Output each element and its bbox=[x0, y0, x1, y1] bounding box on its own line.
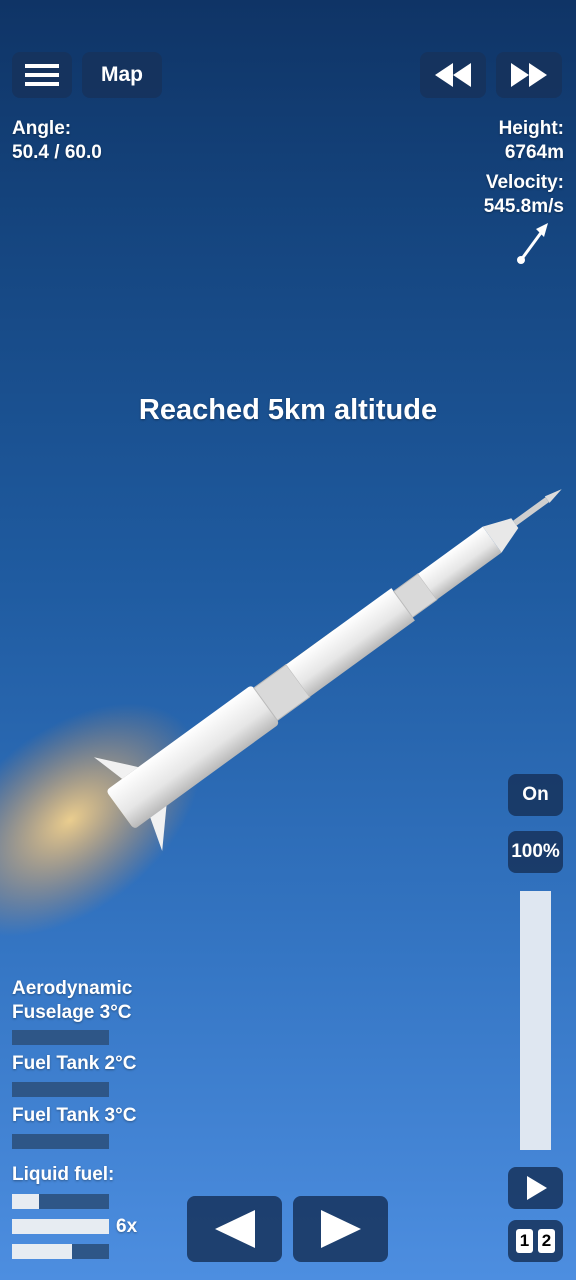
rocket-second-stage bbox=[286, 588, 415, 697]
fast-forward-icon bbox=[511, 63, 547, 87]
rocket-scene bbox=[0, 489, 562, 937]
liquid-fuel-label: Liquid fuel: bbox=[12, 1164, 115, 1185]
stage-2-button[interactable]: 2 bbox=[538, 1229, 555, 1253]
rotate-right-button[interactable] bbox=[293, 1196, 388, 1262]
rocket-third-stage bbox=[418, 526, 502, 600]
stage-selector[interactable]: 1 2 bbox=[508, 1220, 563, 1262]
engine-toggle-label: On bbox=[522, 784, 549, 805]
velocity-direction-arrow-icon bbox=[517, 223, 548, 264]
height-value: 6764m bbox=[504, 142, 564, 163]
liquid-fuel-bar-2-fill bbox=[12, 1219, 109, 1234]
throttle-slider-fill bbox=[520, 891, 551, 1150]
rewind-button[interactable] bbox=[420, 52, 486, 98]
throttle-slider[interactable] bbox=[520, 891, 551, 1150]
rotate-right-arrow-icon bbox=[320, 1210, 361, 1248]
rocket bbox=[93, 489, 562, 852]
hamburger-menu-icon bbox=[25, 64, 59, 86]
liquid-fuel-bar-2 bbox=[12, 1219, 109, 1234]
height-label: Height: bbox=[498, 118, 564, 139]
liquid-fuel-bar-3 bbox=[12, 1244, 109, 1259]
fuel-multiplier: 6x bbox=[116, 1216, 138, 1237]
temperature-aerodynamic-fuselage-bar bbox=[12, 1030, 109, 1045]
rewind-icon bbox=[435, 63, 471, 87]
escape-tower bbox=[513, 497, 549, 526]
angle-label: Angle: bbox=[12, 118, 72, 139]
map-button[interactable]: Map bbox=[82, 52, 162, 98]
altitude-notification: Reached 5km altitude bbox=[138, 394, 438, 426]
temperature-fuel-tank-2-label: Fuel Tank 2°C bbox=[12, 1053, 137, 1074]
map-button-label: Map bbox=[101, 63, 143, 86]
liquid-fuel-bar-3-fill bbox=[12, 1244, 73, 1259]
temperature-aerodynamic-fuselage-label: Aerodynamic Fuselage 3°C bbox=[12, 978, 133, 1023]
temperature-fuel-tank-3-label: Fuel Tank 3°C bbox=[12, 1105, 137, 1126]
escape-tower-tip bbox=[544, 489, 562, 503]
stage-1-button[interactable]: 1 bbox=[516, 1229, 533, 1253]
menu-button[interactable] bbox=[12, 52, 72, 98]
throttle-percent-button[interactable]: 100% bbox=[508, 831, 563, 873]
play-icon bbox=[526, 1176, 547, 1200]
throttle-percent-label: 100% bbox=[511, 841, 560, 862]
fast-forward-button[interactable] bbox=[496, 52, 562, 98]
temperature-fuel-tank-2-bar bbox=[12, 1082, 109, 1097]
angle-value: 50.4 / 60.0 bbox=[12, 142, 102, 163]
rotate-left-button[interactable] bbox=[187, 1196, 282, 1262]
velocity-value: 545.8m/s bbox=[483, 196, 564, 217]
play-button[interactable] bbox=[508, 1167, 563, 1209]
velocity-label: Velocity: bbox=[485, 172, 564, 193]
engine-toggle-button[interactable]: On bbox=[508, 774, 563, 816]
liquid-fuel-bar-1-fill bbox=[12, 1194, 40, 1209]
liquid-fuel-bar-1 bbox=[12, 1194, 109, 1209]
rotate-left-arrow-icon bbox=[214, 1210, 255, 1248]
temperature-fuel-tank-3-bar bbox=[12, 1134, 109, 1149]
